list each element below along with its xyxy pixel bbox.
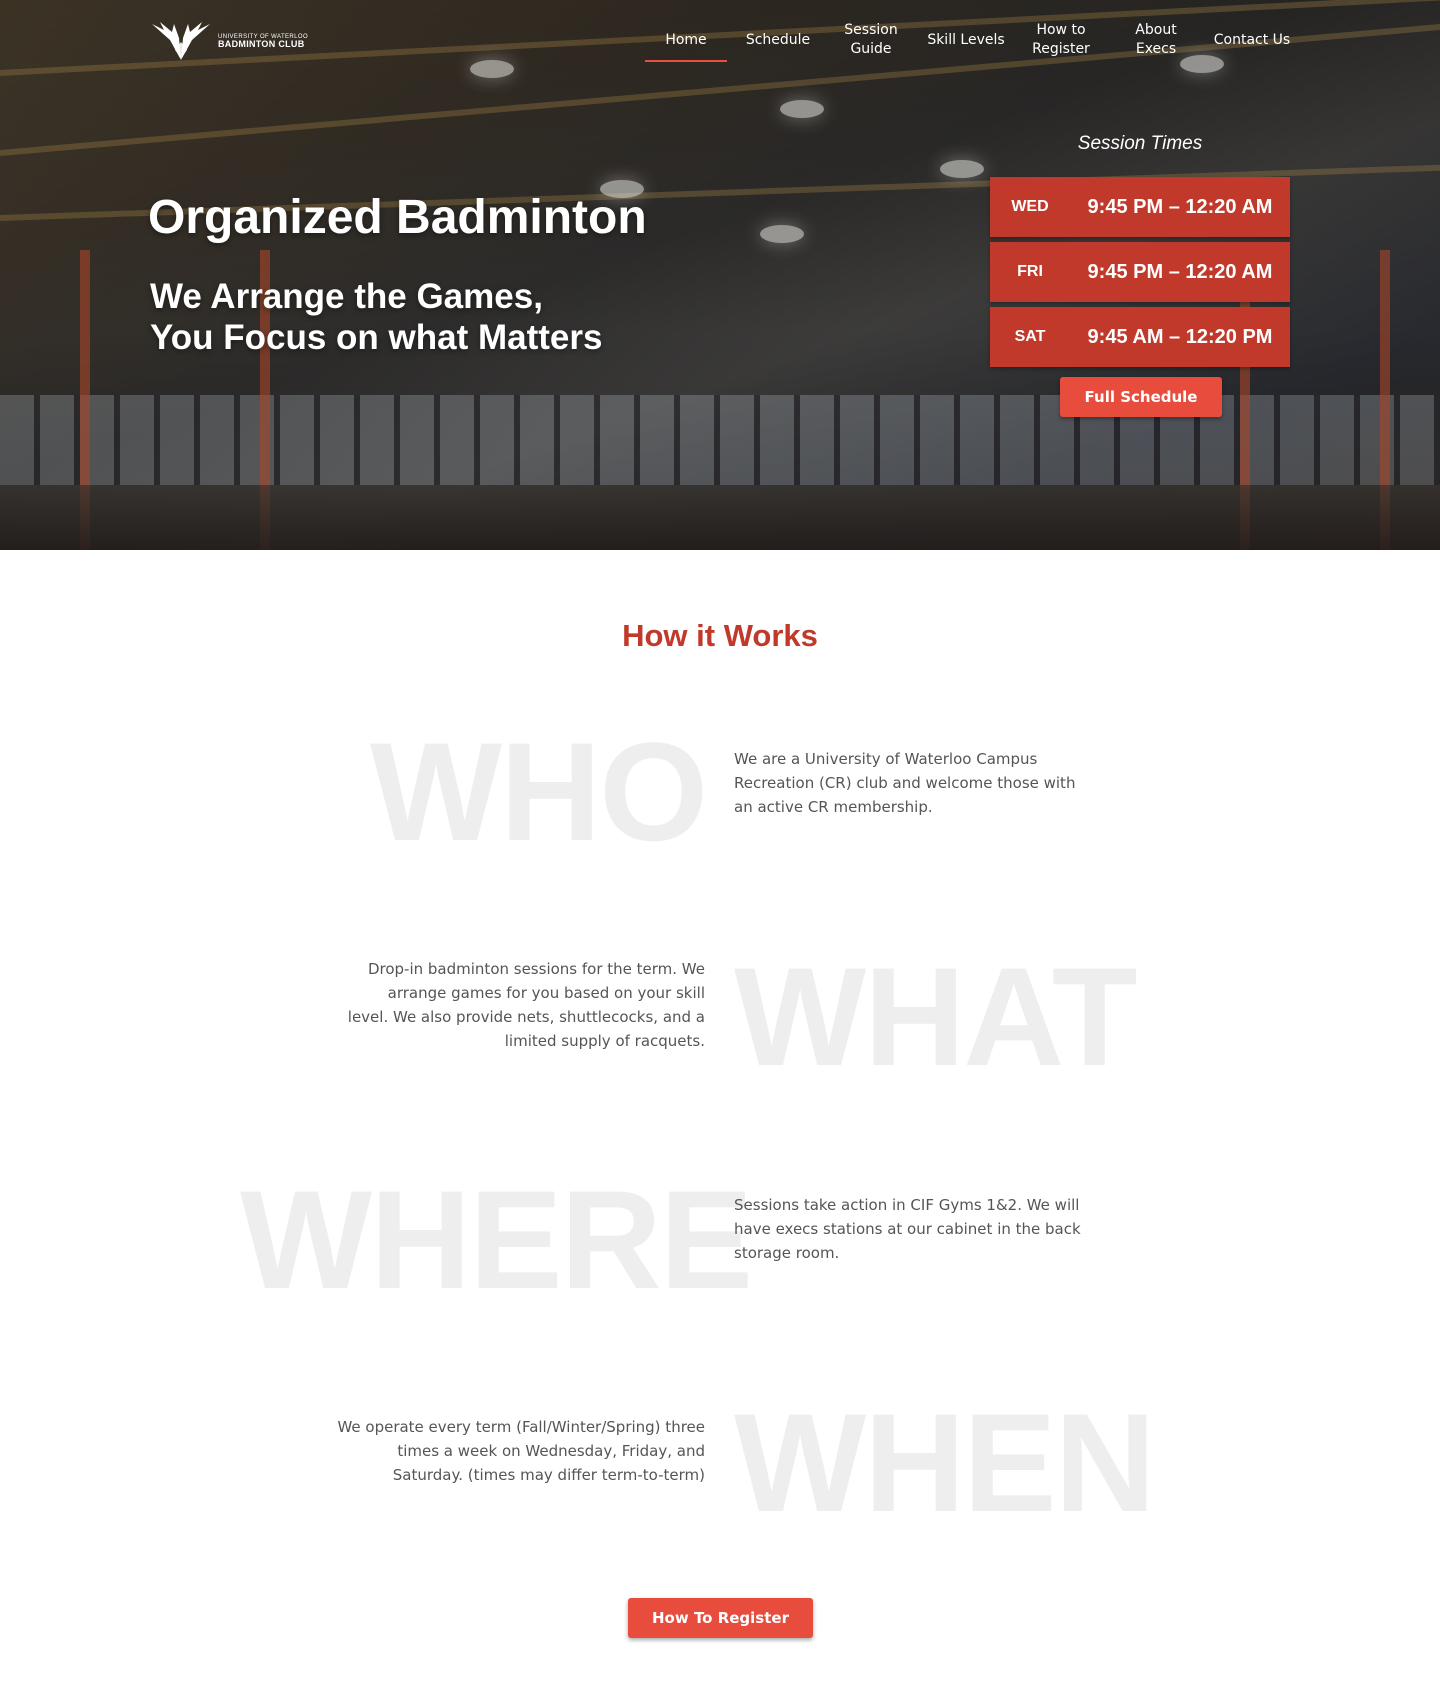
ceiling-light: [760, 225, 804, 243]
session-time: 9:45 PM – 12:20 AM: [1087, 195, 1273, 218]
nav-home[interactable]: Home: [640, 20, 732, 62]
nav-how-to-register[interactable]: How to Register: [1014, 20, 1108, 60]
hero-subtitle-line-2: You Focus on what Matters: [150, 318, 603, 357]
main-nav: Home Schedule Session Guide Skill Levels…: [640, 20, 1300, 62]
who-watermark: WHO: [370, 713, 708, 870]
ceiling-light: [780, 100, 824, 118]
nav-skill-levels[interactable]: Skill Levels: [918, 20, 1014, 60]
nav-schedule[interactable]: Schedule: [732, 20, 824, 60]
session-day: WED: [1011, 198, 1049, 215]
full-schedule-button[interactable]: Full Schedule: [1060, 377, 1222, 417]
session-time: 9:45 AM – 12:20 PM: [1087, 325, 1273, 348]
session-day: SAT: [1014, 328, 1046, 345]
hero-section: University of Waterloo BADMINTON CLUB Ho…: [0, 0, 1440, 550]
nav-about-execs[interactable]: About Execs: [1108, 20, 1204, 60]
when-description: We operate every term (Fall/Winter/Sprin…: [337, 1418, 705, 1484]
where-description: Sessions take action in CIF Gyms 1&2. We…: [734, 1196, 1081, 1262]
session-day: FRI: [1017, 263, 1043, 280]
nav-contact-us[interactable]: Contact Us: [1204, 20, 1300, 60]
session-row-wed: WED 9:45 PM – 12:20 AM: [990, 177, 1290, 237]
gym-floor: [0, 485, 1440, 550]
logo-club-name: BADMINTON CLUB: [218, 39, 305, 50]
ceiling-light: [470, 60, 514, 78]
session-row-fri: FRI 9:45 PM – 12:20 AM: [990, 242, 1290, 302]
gym-windows: [0, 395, 1440, 485]
how-it-works-title: How it Works: [622, 618, 818, 653]
hero-subtitle: We Arrange the Games, You Focus on what …: [150, 276, 602, 358]
how-to-register-button[interactable]: How To Register: [628, 1598, 813, 1638]
nav-session-guide[interactable]: Session Guide: [824, 20, 918, 60]
session-times-title: Session Times: [1077, 133, 1203, 154]
session-row-sat: SAT 9:45 AM – 12:20 PM: [990, 307, 1290, 367]
what-description: Drop-in badminton sessions for the term.…: [347, 960, 705, 1050]
who-description: We are a University of Waterloo Campus R…: [734, 750, 1076, 816]
where-watermark: WHERE: [240, 1161, 753, 1318]
club-logo[interactable]: University of Waterloo BADMINTON CLUB: [148, 20, 308, 64]
what-watermark: WHAT: [734, 938, 1137, 1095]
logo-text: University of Waterloo BADMINTON CLUB: [218, 34, 308, 50]
when-watermark: WHEN: [734, 1384, 1156, 1541]
session-time: 9:45 PM – 12:20 AM: [1087, 260, 1273, 283]
hero-title: Organized Badminton: [148, 191, 647, 244]
ceiling-light: [940, 160, 984, 178]
badminton-wings-logo-icon: [152, 22, 210, 60]
hero-subtitle-line-1: We Arrange the Games,: [150, 277, 543, 316]
